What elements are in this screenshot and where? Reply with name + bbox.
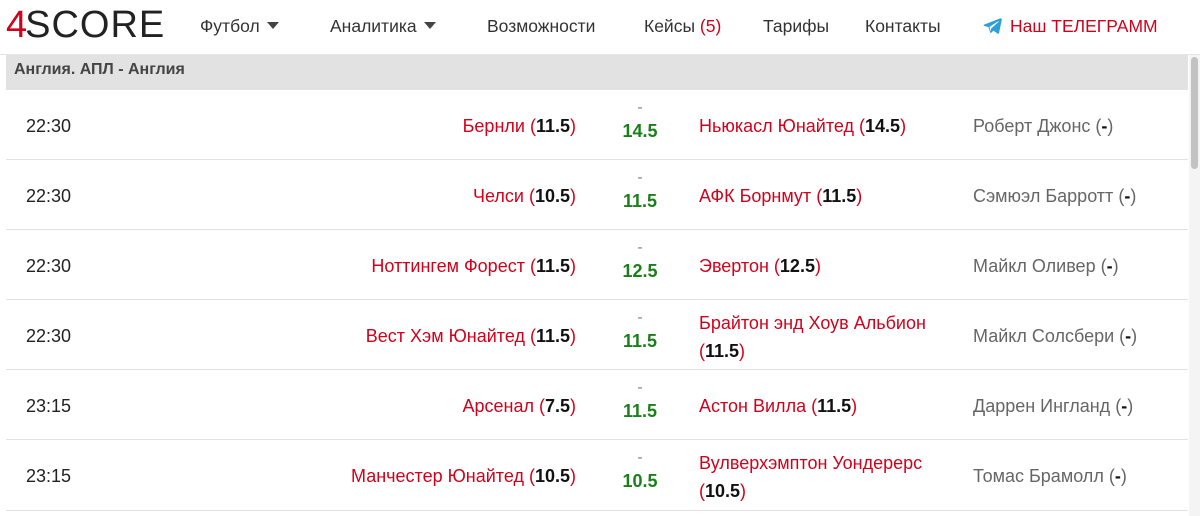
cases-count: (5)	[699, 16, 722, 36]
away-team[interactable]: АФК Борнмут (11.5)	[699, 182, 969, 210]
match-total: -14.5	[622, 99, 658, 142]
scrollbar[interactable]	[1189, 55, 1200, 516]
away-team[interactable]: Ньюкасл Юнайтед (14.5)	[699, 112, 969, 140]
away-team[interactable]: Эвертон (12.5)	[699, 252, 969, 280]
referee: Майкл Солсбери (-)	[973, 326, 1138, 346]
match-total: -11.5	[622, 379, 658, 422]
nav-football[interactable]: Футбол	[200, 14, 279, 38]
nav-cases-label: Кейсы	[644, 16, 696, 36]
home-team[interactable]: Арсенал (7.5)	[462, 395, 576, 417]
nav-telegram[interactable]: Наш ТЕЛЕГРАММ	[983, 14, 1158, 40]
match-total: -10.5	[622, 449, 658, 492]
match-total: -11.5	[622, 169, 658, 212]
match-time: 23:15	[26, 396, 72, 416]
caret-down-icon	[423, 22, 436, 29]
referee: Майкл Оливер (-)	[973, 256, 1119, 276]
referee: Томас Брамолл (-)	[973, 466, 1127, 486]
away-team[interactable]: Вулверхэмптон Уондерерс (10.5)	[699, 449, 969, 505]
match-time: 22:30	[26, 256, 72, 276]
match-time: 23:15	[26, 466, 72, 486]
home-team[interactable]: Манчестер Юнайтед (10.5)	[351, 465, 576, 487]
logo-text: SCORE	[25, 4, 166, 46]
league-title: Англия. АПЛ - Англия	[14, 61, 185, 78]
match-total: -12.5	[622, 239, 658, 282]
match-row[interactable]: 23:15 Манчестер Юнайтед (10.5) -10.5 Вул…	[6, 440, 1188, 511]
match-row[interactable]: 22:30 Челси (10.5) -11.5 АФК Борнмут (11…	[6, 160, 1188, 230]
away-team[interactable]: Брайтон энд Хоув Альбион (11.5)	[699, 309, 969, 365]
away-team[interactable]: Астон Вилла (11.5)	[699, 392, 969, 420]
nav-football-label: Футбол	[200, 16, 260, 36]
home-team[interactable]: Ноттингем Форест (11.5)	[371, 255, 576, 277]
referee: Роберт Джонс (-)	[973, 116, 1114, 136]
nav-analytics[interactable]: Аналитика	[330, 14, 436, 38]
home-team[interactable]: Бернли (11.5)	[463, 115, 576, 137]
match-row[interactable]: 22:30 Ноттингем Форест (11.5) -12.5 Эвер…	[6, 230, 1188, 300]
nav-contacts[interactable]: Контакты	[865, 14, 941, 38]
site-logo[interactable]: 4SCORE	[6, 3, 165, 47]
nav-telegram-label: Наш ТЕЛЕГРАММ	[1010, 16, 1158, 36]
referee: Даррен Ингланд (-)	[973, 396, 1134, 416]
nav-tariffs[interactable]: Тарифы	[763, 14, 829, 38]
scrollbar-thumb[interactable]	[1191, 57, 1198, 169]
caret-down-icon	[266, 22, 279, 29]
top-nav: 4SCORE Футбол Аналитика Возможности Кейс…	[0, 0, 1200, 55]
nav-cases[interactable]: Кейсы (5)	[644, 14, 721, 38]
match-time: 22:30	[26, 186, 72, 206]
match-total: -11.5	[622, 309, 658, 352]
match-row[interactable]: 22:30 Вест Хэм Юнайтед (11.5) -11.5 Брай…	[6, 300, 1188, 370]
match-list: 22:30 Бернли (11.5) -14.5 Ньюкасл Юнайте…	[6, 90, 1188, 511]
league-header: Англия. АПЛ - Англия	[6, 55, 1188, 90]
match-time: 22:30	[26, 116, 72, 136]
logo-digit: 4	[6, 4, 27, 46]
telegram-icon	[983, 16, 1002, 40]
match-row[interactable]: 22:30 Бернли (11.5) -14.5 Ньюкасл Юнайте…	[6, 90, 1188, 160]
nav-features[interactable]: Возможности	[487, 14, 595, 38]
home-team[interactable]: Челси (10.5)	[473, 185, 576, 207]
referee: Сэмюэл Барротт (-)	[973, 186, 1137, 206]
home-team[interactable]: Вест Хэм Юнайтед (11.5)	[366, 325, 576, 347]
match-row[interactable]: 23:15 Арсенал (7.5) -11.5 Астон Вилла (1…	[6, 370, 1188, 440]
nav-analytics-label: Аналитика	[330, 16, 417, 36]
match-time: 22:30	[26, 326, 72, 346]
